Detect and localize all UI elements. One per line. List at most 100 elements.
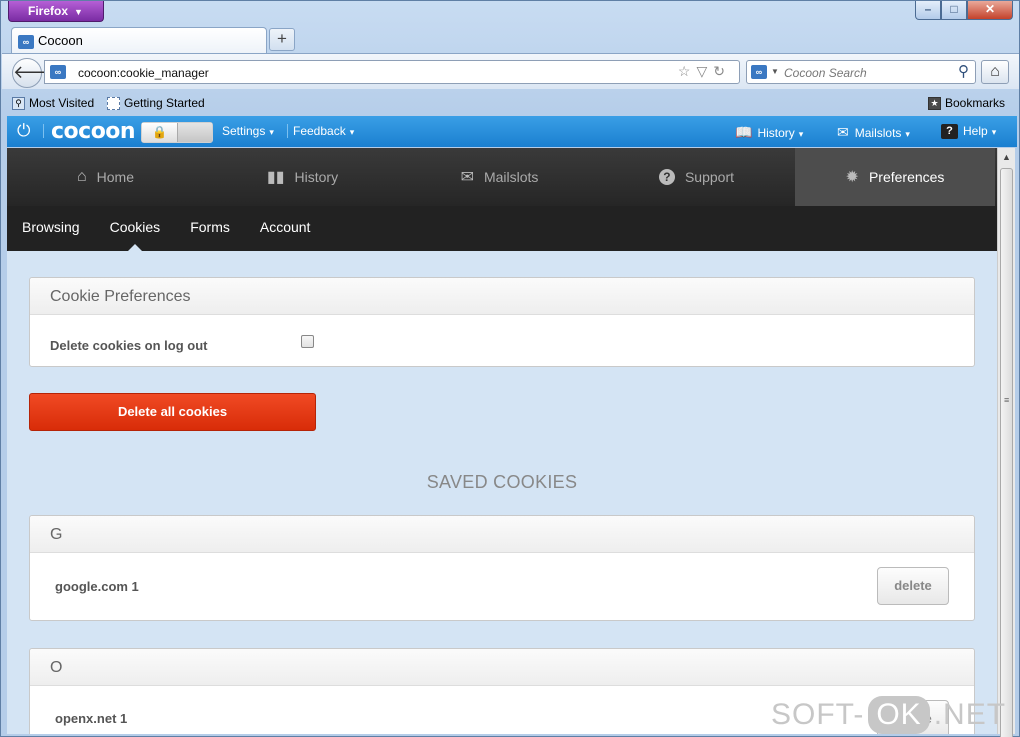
bookmark-label: Most Visited	[29, 96, 95, 110]
navigation-toolbar: 🡐 ∞ cocoon:cookie_manager ☆▽↻ ∞ ▼ Cocoon…	[2, 53, 1019, 89]
mailslots-label: Mailslots	[854, 126, 902, 140]
cookie-group-letter: O	[30, 649, 974, 686]
close-window-button[interactable]: ✕	[967, 1, 1013, 20]
firefox-menu-label: Firefox	[28, 4, 69, 18]
nav-support[interactable]: ? Support	[598, 148, 795, 206]
power-icon[interactable]: ⏻	[17, 122, 30, 140]
most-visited-icon: ⚲	[12, 96, 25, 110]
bookmark-label: Getting Started	[124, 96, 205, 110]
toolbar-divider	[287, 124, 288, 138]
subnav-forms[interactable]: Forms	[175, 206, 245, 251]
help-menu[interactable]: ? Help ▾	[941, 124, 997, 140]
maximize-button[interactable]: □	[941, 1, 967, 20]
window-controls: – □ ✕	[915, 1, 1013, 20]
history-label: History	[757, 126, 795, 140]
delete-all-cookies-button[interactable]: Delete all cookies	[29, 393, 316, 431]
nav-mailslots[interactable]: ✉ Mailslots	[401, 148, 598, 206]
lock-icon: 🔒	[142, 123, 178, 142]
chevron-down-icon: ▾	[349, 127, 355, 137]
watermark-left: SOFT-	[771, 698, 865, 731]
mailslots-menu[interactable]: ✉ Mailslots ▾	[837, 124, 910, 141]
cocoon-favicon-icon: ∞	[18, 34, 34, 49]
reload-icon[interactable]: ↻	[713, 63, 731, 79]
home-icon: ⌂	[990, 63, 1000, 80]
toolbar-divider	[43, 124, 44, 138]
new-tab-button[interactable]: +	[269, 28, 295, 51]
help-label: Help	[963, 124, 988, 138]
nav-home[interactable]: ⌂ Home	[7, 148, 204, 206]
cookie-preferences-panel: Cookie Preferences Delete cookies on log…	[29, 277, 975, 367]
bookmarks-menu-label: Bookmarks	[945, 96, 1006, 110]
nav-preferences-label: Preferences	[868, 169, 945, 185]
search-icon[interactable]: ⚲	[958, 62, 969, 80]
browser-window: Firefox ▼ – □ ✕ ∞ Cocoon + 🡐 ∞ cocoon:cook…	[0, 0, 1020, 737]
main-navigation: ⌂ Home ▮▮ History ✉ Mailslots ? Support ✹ Pre…	[7, 148, 997, 206]
search-engine-icon[interactable]: ∞	[751, 65, 767, 79]
grip-icon: ≡	[1004, 395, 1010, 405]
lock-toggle[interactable]: 🔒	[141, 122, 213, 143]
bookmark-most-visited[interactable]: ⚲ Most Visited	[12, 96, 94, 110]
search-bar[interactable]: ∞ ▼ Cocoon Search ⚲	[746, 60, 976, 84]
chevron-down-icon: ▾	[798, 129, 804, 139]
scroll-thumb[interactable]: ≡	[1000, 168, 1013, 737]
envelope-icon: ✉	[460, 169, 474, 186]
minimize-button[interactable]: –	[915, 1, 941, 20]
bookmark-star-icon[interactable]: ☆	[678, 63, 697, 79]
nav-mailslots-label: Mailslots	[483, 169, 539, 185]
home-button[interactable]: ⌂	[981, 60, 1009, 84]
cookie-group: G google.com 1 delete	[29, 515, 975, 621]
cocoon-logo: cocoon	[51, 119, 136, 144]
chevron-down-icon: ▾	[991, 127, 997, 137]
url-bar[interactable]: ∞ cocoon:cookie_manager ☆▽↻	[44, 60, 740, 84]
bookmarks-menu-button[interactable]: ★ Bookmarks	[928, 96, 1005, 110]
question-icon: ?	[658, 169, 675, 185]
bookmark-getting-started[interactable]: Getting Started	[107, 96, 205, 110]
history-menu[interactable]: 📖 History ▾	[735, 124, 803, 141]
bookmarks-toolbar: ⚲ Most Visited Getting Started ★ Bookmarks	[2, 91, 1019, 115]
panel-title: Cookie Preferences	[30, 278, 974, 315]
subnav-browsing[interactable]: Browsing	[7, 206, 95, 251]
page-icon	[107, 96, 120, 110]
nav-home-label: Home	[96, 169, 135, 185]
subnav-cookies[interactable]: Cookies	[95, 206, 176, 251]
url-text[interactable]: cocoon:cookie_manager	[78, 66, 209, 80]
preferences-subnav: Browsing Cookies Forms Account	[7, 206, 997, 251]
scroll-up-arrow-icon[interactable]: ▲	[998, 148, 1015, 166]
book-icon: 📖	[735, 124, 753, 140]
delete-on-logout-label: Delete cookies on log out	[50, 338, 208, 353]
tab-cocoon[interactable]: ∞ Cocoon	[11, 27, 267, 53]
watermark: SOFT- OK .NET	[771, 696, 1006, 734]
vertical-scrollbar[interactable]: ▲ ≡	[997, 148, 1015, 737]
cookie-group-letter: G	[30, 516, 974, 553]
bookmarks-star-icon: ★	[928, 96, 941, 110]
nav-support-label: Support	[684, 169, 735, 185]
delete-on-logout-checkbox[interactable]	[301, 335, 314, 348]
nav-preferences[interactable]: ✹ Preferences	[795, 148, 995, 206]
chevron-down-icon: ▾	[905, 129, 910, 139]
nav-history[interactable]: ▮▮ History	[204, 148, 401, 206]
settings-menu[interactable]: Settings ▾	[222, 124, 274, 138]
toggle-off-half	[178, 123, 212, 142]
delete-cookie-button[interactable]: delete	[877, 567, 949, 605]
feedback-menu[interactable]: Feedback ▾	[293, 124, 354, 138]
url-bar-actions: ☆▽↻	[678, 63, 731, 80]
settings-label: Settings	[222, 124, 266, 138]
help-icon: ?	[941, 124, 958, 140]
cocoon-site-icon: ∞	[50, 65, 66, 79]
back-button[interactable]: 🡐	[12, 58, 61, 88]
gear-icon: ✹	[845, 169, 859, 186]
subnav-account[interactable]: Account	[245, 206, 326, 251]
chevron-down-icon[interactable]: ▼	[771, 67, 779, 76]
watermark-mid: OK	[868, 696, 930, 734]
cocoon-toolbar: ⏻ cocoon 🔒 Settings ▾ Feedback ▾ 📖 History ▾…	[7, 116, 1017, 147]
page-content: ⌂ Home ▮▮ History ✉ Mailslots ? Support ✹ Pre…	[7, 148, 997, 734]
tab-title: Cocoon	[38, 33, 83, 48]
cookie-domain: google.com 1	[55, 579, 139, 594]
firefox-menu-button[interactable]: Firefox ▼	[8, 1, 104, 22]
dropdown-arrow-icon[interactable]: ▽	[696, 63, 713, 79]
book-icon: ▮▮	[266, 169, 285, 186]
cookie-domain: openx.net 1	[55, 711, 128, 726]
home-icon: ⌂	[76, 168, 87, 185]
saved-cookies-heading: SAVED COOKIES	[426, 472, 578, 492]
feedback-label: Feedback	[293, 124, 346, 138]
